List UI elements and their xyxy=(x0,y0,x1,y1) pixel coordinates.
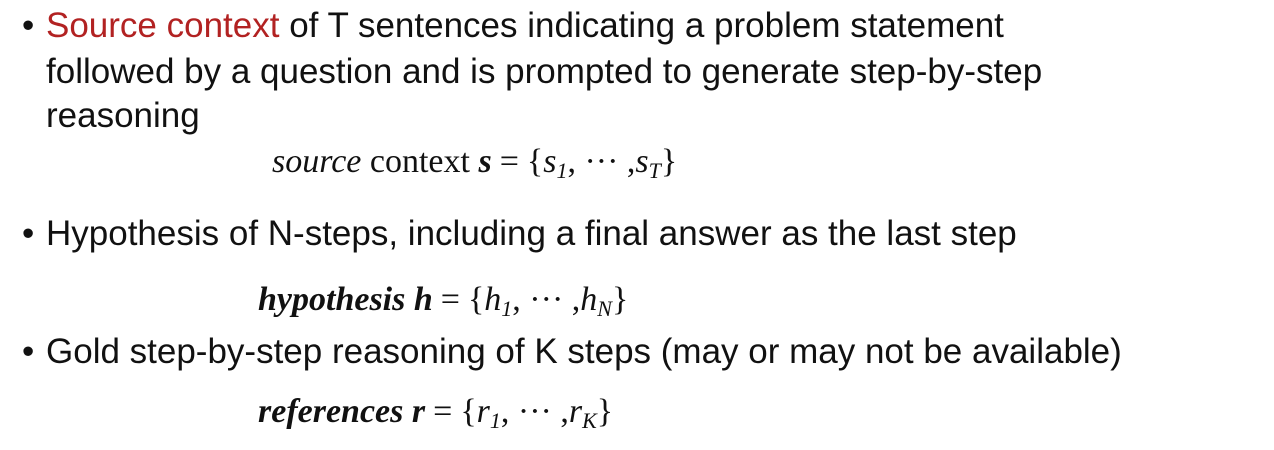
bullet-item-1: • Source context of T sentences indicatin… xyxy=(22,4,1004,48)
formula-references: references r = {r1, ··· ,rK} xyxy=(258,393,614,433)
formula-source-context: source context s = {s1, ··· ,sT} xyxy=(272,143,678,183)
bullet-item-1-line-3: reasoning xyxy=(46,96,200,135)
bullet-icon: • xyxy=(22,214,35,253)
bullet-icon: • xyxy=(22,6,35,45)
formula-name: hypothesis xyxy=(258,281,406,318)
bullet-item-3: • Gold step-by-step reasoning of K steps … xyxy=(22,330,1122,374)
bullet-icon: • xyxy=(22,332,35,371)
formula-name: references xyxy=(258,393,404,430)
formula-symbol: h xyxy=(413,281,433,318)
formula-symbol: r xyxy=(411,393,426,430)
bullet-text: of T sentences indicating a problem stat… xyxy=(289,6,1004,45)
bullet-item-2: • Hypothesis of N-steps, including a fina… xyxy=(22,212,1017,256)
formula-hypothesis: hypothesis h = {h1, ··· ,hN} xyxy=(258,281,629,321)
bullet-text: Gold step-by-step reasoning of K steps (… xyxy=(46,332,1122,371)
accent-term: Source context xyxy=(46,6,280,45)
bullet-item-1-line-2: followed by a question and is prompted t… xyxy=(46,52,1043,91)
formula-name: source xyxy=(272,143,362,180)
bullet-text: Hypothesis of N-steps, including a final… xyxy=(46,214,1017,253)
formula-word: context xyxy=(369,143,470,180)
formula-symbol: s xyxy=(478,143,492,180)
